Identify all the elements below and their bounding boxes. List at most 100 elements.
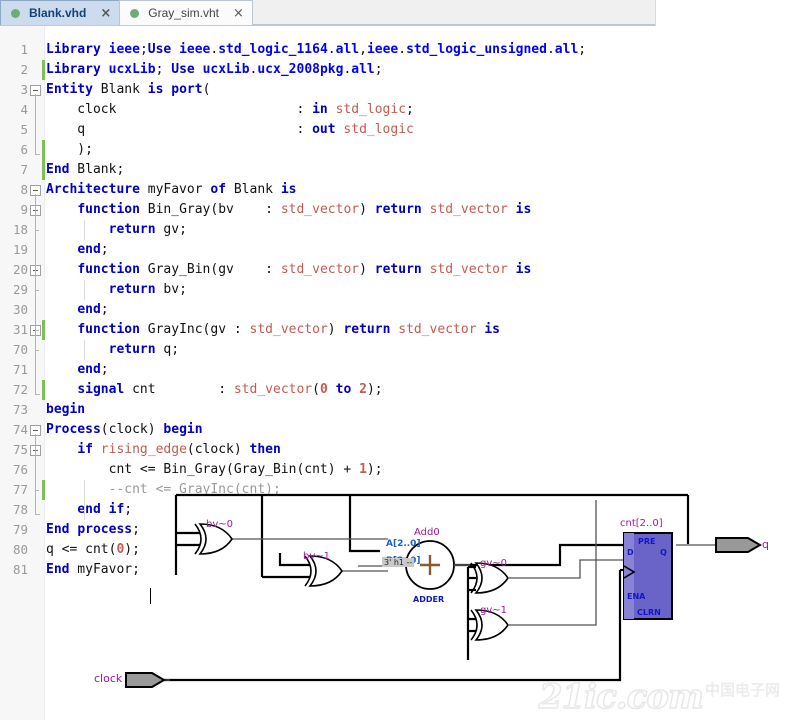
code-token: End (46, 162, 70, 177)
code-token: is (280, 182, 297, 197)
code-token: cnt <= Bin_Gray(Gray_Bin(cnt) + (46, 462, 360, 477)
code-token: std_vector (249, 322, 328, 337)
watermark: 21ic.com 中国电子网 (538, 677, 780, 717)
code-token: begin (46, 402, 86, 417)
tab-gray-sim-vht[interactable]: Gray_sim.vht × (119, 0, 253, 25)
line-number: 30 (12, 302, 28, 317)
line-change-marker (42, 140, 45, 160)
code-token: Blank (92, 82, 148, 97)
fold-guide-line (35, 94, 36, 154)
watermark-subtitle: 中国电子网 (704, 681, 780, 699)
code-line: 76 cnt <= Bin_Gray(Gray_Bin(cnt) + 1); (0, 460, 788, 480)
code-line: 1 Library ieee;Use ieee.std_logic_1164.al… (0, 40, 788, 60)
code-token: ; (171, 342, 180, 357)
code-token: 1 (359, 462, 367, 477)
line-change-marker (42, 480, 45, 500)
code-token: begin (163, 422, 203, 437)
indent-guide (84, 220, 85, 240)
vhdl-editor-window: Blank.vhd × Gray_sim.vht × 1 Library ieee… (0, 0, 788, 720)
watermark-brand: 21ic.com (538, 677, 705, 717)
line-number: 73 (12, 402, 28, 417)
code-token: ; (179, 282, 187, 297)
line-number: 71 (12, 362, 28, 377)
fold-guide-tick (35, 490, 39, 491)
line-text: function Bin_Gray(bv : std_vector) retur… (46, 200, 531, 220)
line-text: end; (46, 300, 109, 320)
code-token: . (327, 42, 336, 57)
line-text: return bv; (46, 280, 187, 300)
code-token: function (77, 262, 140, 277)
code-line: 7 End Blank; (0, 160, 788, 180)
line-text: clock : in std_logic; (46, 100, 414, 120)
code-token: function (77, 202, 140, 217)
code-token: Library (46, 42, 101, 57)
code-token: std_logic_unsigned (406, 42, 547, 57)
code-line: 6 ); (0, 140, 788, 160)
tab-label: Gray_sim.vht (148, 6, 219, 20)
code-token: ; (179, 222, 187, 237)
code-token: q <= cnt( (46, 542, 117, 557)
code-token: to (335, 382, 352, 397)
indent-guide (84, 280, 85, 300)
code-token: ucxLib (108, 62, 156, 77)
code-text-area[interactable]: 1 Library ieee;Use ieee.std_logic_1164.al… (0, 26, 788, 720)
code-line: 78 end if; (0, 500, 788, 520)
code-line: 5 q : out std_logic (0, 120, 788, 140)
code-token: . (546, 42, 555, 57)
code-token: ; (116, 162, 125, 177)
code-token: q : (46, 122, 313, 137)
close-icon[interactable]: × (233, 7, 244, 20)
code-line: 77 --cnt <= GrayInc(cnt); (0, 480, 788, 500)
line-text: end; (46, 240, 109, 260)
code-line: 29 return bv; (0, 280, 788, 300)
line-text: q <= cnt(0); (46, 540, 140, 560)
code-token: ); (366, 382, 383, 397)
code-token: (clock) (100, 422, 164, 437)
line-number: 72 (12, 382, 28, 397)
code-token: ; (100, 302, 109, 317)
code-token: ; (124, 502, 133, 517)
code-line: 4 clock : in std_logic; (0, 100, 788, 120)
code-token: ; (139, 42, 148, 57)
code-line: 81 End myFavor; (0, 560, 788, 580)
code-token: port (171, 82, 203, 97)
code-token: std_vector (280, 202, 360, 217)
code-token: ; (100, 242, 109, 257)
line-number: 4 (20, 102, 28, 117)
code-token: clock : (46, 102, 313, 117)
code-line: 71 end; (0, 360, 788, 380)
line-text: Entity Blank is port( (46, 80, 210, 100)
line-number: 74 (12, 422, 28, 437)
line-text: End myFavor; (46, 560, 140, 580)
code-line: 18 return gv; (0, 220, 788, 240)
line-number: 9 (20, 202, 28, 217)
line-text: return gv; (46, 220, 187, 240)
code-editor[interactable]: 1 Library ieee;Use ieee.std_logic_1164.al… (0, 26, 788, 720)
close-icon[interactable]: × (100, 7, 111, 20)
line-change-marker (42, 320, 45, 340)
code-token: rising_edge (100, 442, 187, 457)
fold-guide-tick (35, 350, 39, 351)
code-line: 19 end; (0, 240, 788, 260)
fold-guide-tick (35, 230, 39, 231)
code-token: return (108, 342, 156, 357)
tab-blank-vhd[interactable]: Blank.vhd × (0, 0, 121, 25)
line-number: 3 (20, 82, 28, 97)
line-number: 2 (20, 62, 28, 77)
line-number: 6 (20, 142, 28, 157)
file-status-dot-icon (11, 8, 20, 18)
line-text: Process(clock) begin (46, 420, 203, 440)
line-text: return q; (46, 340, 179, 360)
code-token: if (108, 502, 125, 517)
code-token: out (312, 122, 336, 137)
